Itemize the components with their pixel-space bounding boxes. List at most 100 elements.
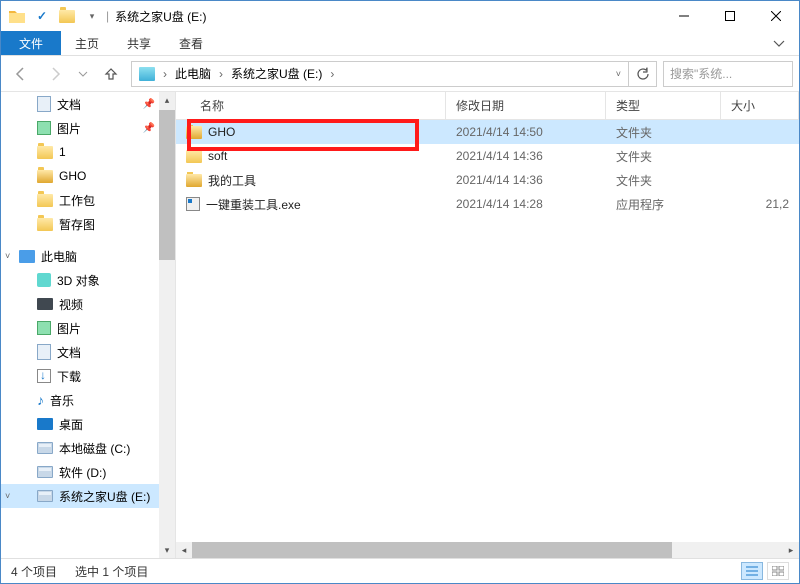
tree-item[interactable]: ˅此电脑 xyxy=(1,244,175,268)
tree-item[interactable]: 桌面 xyxy=(1,412,175,436)
folder-icon xyxy=(186,174,202,187)
file-type: 文件夹 xyxy=(606,124,721,141)
search-placeholder: 搜索"系统... xyxy=(670,65,732,82)
tree-item-label: 音乐 xyxy=(50,392,74,409)
address-dropdown[interactable]: ˅ xyxy=(613,69,624,79)
file-name: GHO xyxy=(208,125,235,139)
folder-icon xyxy=(37,218,53,231)
tree-item[interactable]: 3D 对象 xyxy=(1,268,175,292)
scroll-right-icon[interactable]: ▸ xyxy=(783,542,799,558)
desktop-icon xyxy=(37,418,53,430)
ribbon-tabs: 文件 主页 共享 查看 xyxy=(1,31,799,56)
document-icon xyxy=(37,96,51,112)
ribbon-expand-button[interactable] xyxy=(759,31,799,55)
file-date: 2021/4/14 14:28 xyxy=(446,197,606,211)
folder-icon xyxy=(37,194,53,207)
disk-icon xyxy=(37,442,53,454)
search-input[interactable]: 搜索"系统... xyxy=(663,61,793,87)
pin-icon: 📌 xyxy=(143,99,155,110)
up-button[interactable] xyxy=(97,60,125,88)
tree-scrollbar[interactable]: ▴ ▾ xyxy=(159,92,175,558)
tree-item[interactable]: GHO xyxy=(1,164,175,188)
file-type: 文件夹 xyxy=(606,172,721,189)
qat-dropdown-icon[interactable]: ▾ xyxy=(84,8,100,24)
address-drive-icon[interactable] xyxy=(136,62,158,86)
file-row[interactable]: 我的工具2021/4/14 14:36文件夹 xyxy=(176,168,799,192)
properties-icon[interactable]: ✓ xyxy=(34,8,50,24)
maximize-button[interactable] xyxy=(707,1,753,31)
tree-item[interactable]: 下载 xyxy=(1,364,175,388)
breadcrumb-seg-2[interactable]: 系统之家U盘 (E:) xyxy=(228,62,325,86)
tree-item-label: GHO xyxy=(59,169,86,183)
back-button[interactable] xyxy=(7,60,35,88)
minimize-button[interactable] xyxy=(661,1,707,31)
tree-item[interactable]: 视频 xyxy=(1,292,175,316)
folder-icon xyxy=(186,126,202,139)
chevron-right-icon[interactable]: › xyxy=(327,67,337,81)
view-details-button[interactable] xyxy=(741,562,763,580)
pc-icon xyxy=(19,250,35,263)
tree-item[interactable]: 本地磁盘 (C:) xyxy=(1,436,175,460)
recent-dropdown[interactable] xyxy=(75,60,91,88)
chevron-right-icon[interactable]: › xyxy=(216,67,226,81)
tree-item[interactable]: 1 xyxy=(1,140,175,164)
navigation-tree[interactable]: 文档📌图片📌1GHO工作包暂存图˅此电脑3D 对象视频图片文档下载♪音乐桌面本地… xyxy=(1,92,176,558)
view-icons-button[interactable] xyxy=(767,562,789,580)
file-row[interactable]: GHO2021/4/14 14:50文件夹 xyxy=(176,120,799,144)
hscroll-thumb[interactable] xyxy=(192,542,672,558)
column-date[interactable]: 修改日期 xyxy=(446,92,606,119)
tab-share[interactable]: 共享 xyxy=(113,31,165,55)
file-date: 2021/4/14 14:36 xyxy=(446,149,606,163)
column-name[interactable]: 名称 xyxy=(176,92,446,119)
music-icon: ♪ xyxy=(37,392,44,408)
statusbar: 4 个项目 选中 1 个项目 xyxy=(1,558,799,583)
address-bar[interactable]: › 此电脑 › 系统之家U盘 (E:) › ˅ xyxy=(131,61,629,87)
tab-view[interactable]: 查看 xyxy=(165,31,217,55)
pictures-icon xyxy=(37,121,51,135)
expand-icon[interactable]: ˅ xyxy=(5,491,15,501)
scroll-down-icon[interactable]: ▾ xyxy=(159,542,175,558)
breadcrumb-seg-1[interactable]: 此电脑 xyxy=(172,62,214,86)
chevron-right-icon[interactable]: › xyxy=(160,67,170,81)
tree-item-label: 图片 xyxy=(57,120,81,137)
file-row[interactable]: 一键重装工具.exe2021/4/14 14:28应用程序21,2 xyxy=(176,192,799,216)
refresh-button[interactable] xyxy=(629,61,657,87)
tree-item[interactable]: ˅系统之家U盘 (E:) xyxy=(1,484,175,508)
tree-item-label: 本地磁盘 (C:) xyxy=(59,440,130,457)
tree-item[interactable]: 图片 xyxy=(1,316,175,340)
file-name: 我的工具 xyxy=(208,172,256,189)
column-size[interactable]: 大小 xyxy=(721,92,799,119)
tree-item[interactable]: 工作包 xyxy=(1,188,175,212)
file-list: 名称 修改日期 类型 大小 GHO2021/4/14 14:50文件夹soft2… xyxy=(176,92,799,558)
file-name: 一键重装工具.exe xyxy=(206,196,301,213)
tree-item-label: 桌面 xyxy=(59,416,83,433)
tree-item[interactable]: 文档 xyxy=(1,340,175,364)
pin-icon: 📌 xyxy=(143,123,155,134)
folder-qat-icon[interactable] xyxy=(59,8,75,24)
file-row[interactable]: soft2021/4/14 14:36文件夹 xyxy=(176,144,799,168)
folder-icon xyxy=(186,150,202,163)
3d-icon xyxy=(37,273,51,287)
tab-home[interactable]: 主页 xyxy=(61,31,113,55)
close-button[interactable] xyxy=(753,1,799,31)
scroll-thumb[interactable] xyxy=(159,110,175,260)
tree-item[interactable]: 暂存图 xyxy=(1,212,175,236)
disk-icon xyxy=(37,490,53,502)
tree-item-label: 软件 (D:) xyxy=(59,464,106,481)
window-title: 系统之家U盘 (E:) xyxy=(115,8,206,25)
scroll-up-icon[interactable]: ▴ xyxy=(159,92,175,108)
expand-icon[interactable]: ˅ xyxy=(5,251,15,261)
forward-button[interactable] xyxy=(41,60,69,88)
horizontal-scrollbar[interactable]: ◂ ▸ xyxy=(176,542,799,558)
download-icon xyxy=(37,369,51,383)
tree-item-label: 工作包 xyxy=(59,192,95,209)
tree-item-label: 图片 xyxy=(57,320,81,337)
tree-item[interactable]: 图片 📌 xyxy=(1,116,175,140)
tree-item[interactable]: ♪ 音乐 xyxy=(1,388,175,412)
tab-file[interactable]: 文件 xyxy=(1,31,61,55)
scroll-left-icon[interactable]: ◂ xyxy=(176,542,192,558)
column-type[interactable]: 类型 xyxy=(606,92,721,119)
tree-item[interactable]: 文档 📌 xyxy=(1,92,175,116)
tree-item[interactable]: 软件 (D:) xyxy=(1,460,175,484)
tree-item-label: 文档 xyxy=(57,96,81,113)
